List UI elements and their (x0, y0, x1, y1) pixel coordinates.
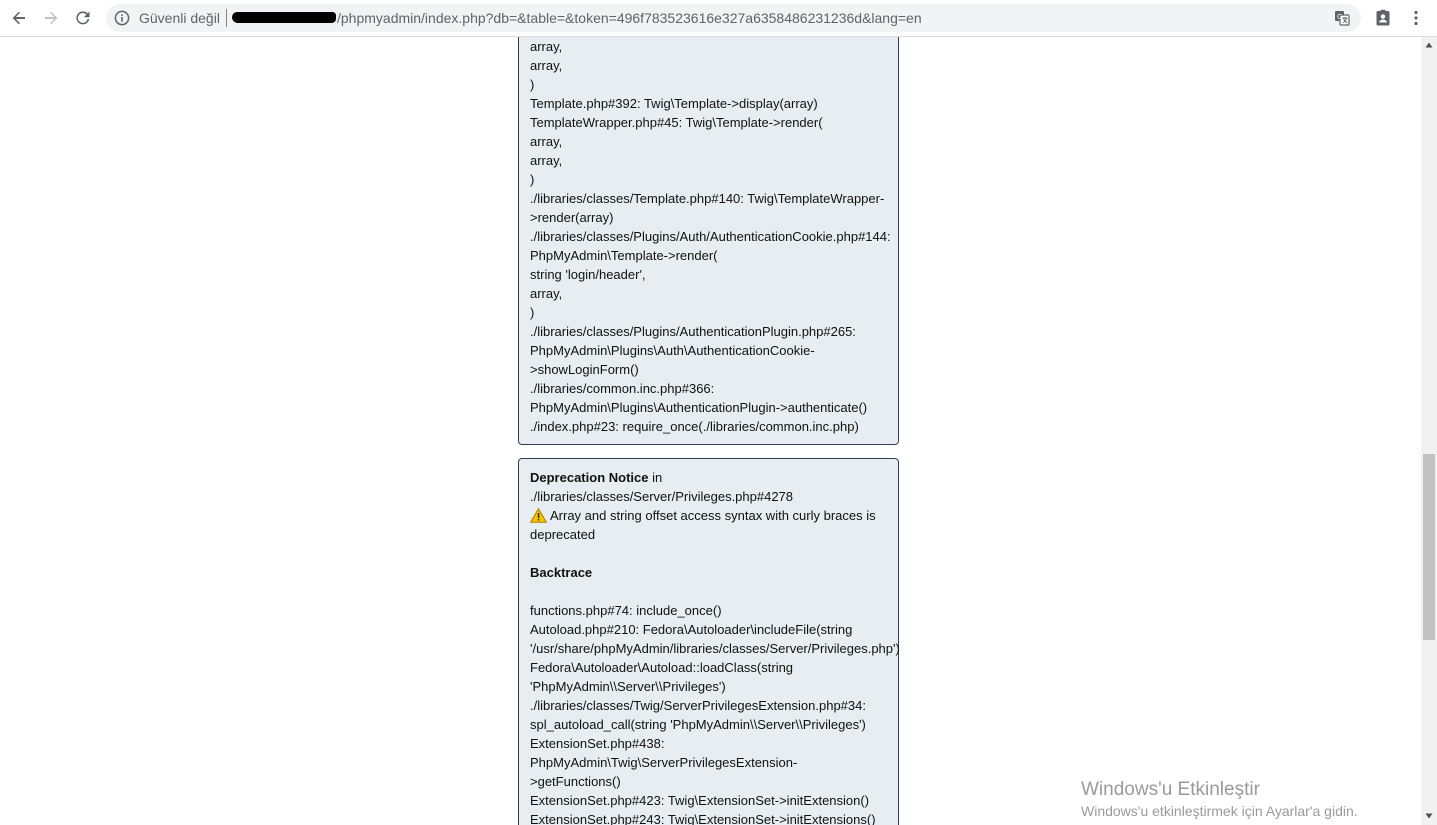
forward-button[interactable] (38, 5, 64, 31)
backtrace-line: array, (530, 39, 563, 54)
notice-header: Deprecation Notice in (530, 468, 898, 487)
reload-button[interactable] (70, 5, 96, 31)
notice-message-cont: deprecated (530, 527, 596, 542)
kebab-menu-icon (1414, 10, 1418, 26)
backtrace-line: ExtensionSet.php#438: (530, 736, 665, 751)
backtrace-line: Fedora\Autoloader\Autoload::loadClass(st… (530, 660, 794, 675)
backtrace-line: >render(array) (530, 210, 614, 225)
backtrace-line: ) (530, 172, 535, 187)
scroll-down-arrow-icon[interactable] (1425, 813, 1433, 819)
backtrace-line: ./libraries/classes/Plugins/Auth/Authent… (530, 229, 891, 244)
notice-message-text: Array and string offset access syntax wi… (550, 508, 876, 523)
windows-activation-title: Windows'u Etkinleştir (1081, 779, 1260, 800)
backtrace-heading: Backtrace (530, 565, 593, 580)
browser-menu-button[interactable] (1403, 5, 1429, 31)
backtrace-line: '/usr/share/phpMyAdmin/libraries/classes… (530, 641, 900, 656)
deprecation-notice-box: Deprecation Notice in ./libraries/classe… (518, 458, 900, 825)
notice-file: ./libraries/classes/Server/Privileges.ph… (530, 489, 794, 504)
backtrace-line: PhpMyAdmin\Twig\ServerPrivilegesExtensio… (530, 755, 798, 770)
vertical-scrollbar[interactable] (1421, 37, 1437, 825)
redacted-hostname (232, 12, 336, 23)
backtrace-line: >showLoginForm() (530, 362, 639, 377)
scrollbar-thumb[interactable] (1423, 454, 1435, 640)
error-notice-box: array, array,) Template.php#392: Twig\Temp… (518, 37, 899, 445)
scroll-up-arrow-icon[interactable] (1425, 42, 1433, 48)
backtrace-line: PhpMyAdmin\Plugins\AuthenticationPlugin-… (530, 400, 868, 415)
notice-title: Deprecation Notice (530, 470, 649, 485)
arrow-left-icon (12, 11, 25, 25)
backtrace-line: ) (530, 305, 535, 320)
backtrace-line: ExtensionSet.php#423: Twig\ExtensionSet-… (530, 793, 870, 808)
backtrace-line: Template.php#392: Twig\Template->display… (530, 96, 818, 111)
address-separator (226, 9, 227, 27)
backtrace-line: Autoload.php#210: Fedora\Autoloader\incl… (530, 622, 853, 637)
security-status-label[interactable]: Güvenli değil (139, 10, 220, 26)
arrow-right-icon (45, 11, 58, 25)
backtrace-line: ./libraries/common.inc.php#366: (530, 381, 715, 396)
warning-icon (530, 508, 547, 523)
windows-activation-subtitle: Windows'u etkinleştirmek için Ayarlar'a … (1081, 803, 1358, 819)
backtrace-line: ./libraries/classes/Template.php#140: Tw… (530, 191, 885, 206)
backtrace-line: array, (530, 286, 563, 301)
backtrace-list: functions.php#74: include_once() Autoload… (530, 601, 900, 825)
backtrace-line: ./libraries/classes/Twig/ServerPrivilege… (530, 698, 866, 713)
account-button[interactable] (1370, 5, 1396, 31)
account-badge-icon (1376, 9, 1390, 26)
notice-message: Array and string offset access syntax wi… (530, 506, 898, 525)
reload-icon (76, 11, 90, 25)
backtrace-line: ) (530, 77, 535, 92)
backtrace-line: string 'login/header', (530, 267, 646, 282)
backtrace-line: array, (530, 58, 563, 73)
translate-icon[interactable]: G (1334, 10, 1350, 26)
backtrace-line: array, (530, 134, 563, 149)
info-icon[interactable] (114, 10, 130, 26)
notice-title-suffix: in (648, 470, 663, 485)
backtrace-line: >getFunctions() (530, 774, 621, 789)
backtrace-line: ./index.php#23: require_once(./libraries… (530, 419, 859, 434)
backtrace-line: ExtensionSet.php#243: Twig\ExtensionSet-… (530, 812, 876, 825)
backtrace-line: functions.php#74: include_once() (530, 603, 722, 618)
url-path[interactable]: /phpmyadmin/index.php?db=&table=&token=4… (337, 10, 922, 26)
address-bar[interactable]: Güvenli değil /phpmyadmin/index.php?db=&… (106, 4, 1361, 32)
backtrace-line: array, (530, 153, 563, 168)
backtrace-line: 'PhpMyAdmin\\Server\\Privileges') (530, 679, 726, 694)
browser-toolbar: Güvenli değil /phpmyadmin/index.php?db=&… (0, 0, 1437, 37)
backtrace-line: PhpMyAdmin\Plugins\Auth\AuthenticationCo… (530, 343, 815, 358)
svg-text:G: G (1337, 13, 1342, 21)
backtrace-line: TemplateWrapper.php#45: Twig\Template->r… (530, 115, 823, 130)
backtrace-line: PhpMyAdmin\Template->render( (530, 248, 718, 263)
backtrace-line: ./libraries/classes/Plugins/Authenticati… (530, 324, 856, 339)
page-viewport: array, array,) Template.php#392: Twig\Temp… (0, 37, 1421, 825)
backtrace-list: array, array,) Template.php#392: Twig\Temp… (530, 37, 898, 436)
back-button[interactable] (6, 5, 32, 31)
backtrace-line: spl_autoload_call(string 'PhpMyAdmin\\Se… (530, 717, 866, 732)
